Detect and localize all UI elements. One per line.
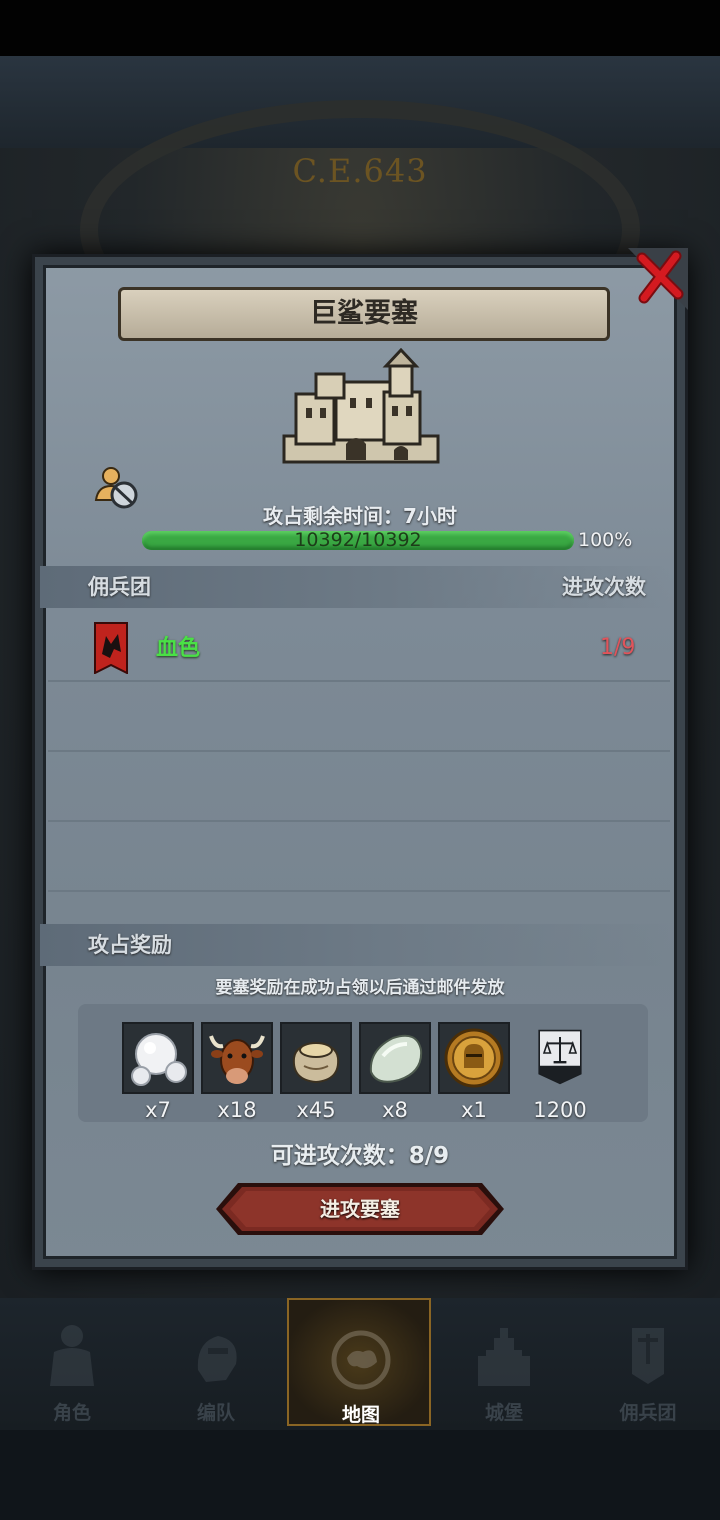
justice-banner-icon	[538, 1029, 582, 1085]
wolf-banner-icon	[94, 622, 128, 674]
mercenary-header-label: 佣兵团	[88, 575, 151, 599]
remaining-attempts: 可进攻次数：8/9	[270, 1143, 450, 1169]
dialog-title: 巨鲨要塞	[118, 287, 610, 341]
mercenary-name: 血色	[156, 636, 201, 661]
nav-item-castle[interactable]: 城堡	[432, 1298, 576, 1426]
mercenary-icon	[632, 1328, 664, 1384]
nav-item-character[interactable]: 角色	[0, 1298, 144, 1426]
nav-item-formation[interactable]: 编队	[144, 1298, 288, 1426]
nav-label: 编队	[196, 1402, 235, 1424]
fortress-hp-percent: 100%	[578, 529, 633, 551]
nav-label: 地图	[341, 1404, 380, 1426]
occupy-time-remaining: 攻占剩余时间：7小时	[263, 504, 457, 528]
reward-qty: x18	[217, 1098, 257, 1122]
close-button[interactable]	[628, 248, 688, 310]
fortress-icon	[282, 348, 440, 464]
nav-label: 角色	[52, 1402, 91, 1424]
mercenary-row-empty	[48, 824, 670, 892]
compass-map-icon	[331, 1330, 391, 1390]
reward-header-label: 攻占奖励	[88, 933, 172, 957]
reward-qty: x45	[296, 1098, 336, 1122]
top-status-area	[0, 0, 720, 56]
reward-item[interactable]: x8	[359, 1022, 431, 1122]
nav-item-mercenary[interactable]: 佣兵团	[576, 1298, 720, 1426]
reward-qty: 1200	[533, 1098, 587, 1122]
knight-icon	[50, 1325, 94, 1386]
reward-item[interactable]: x18	[201, 1022, 273, 1122]
reward-item[interactable]: x7	[122, 1022, 194, 1122]
reward-qty: x8	[382, 1098, 408, 1122]
mercenary-row-empty	[48, 754, 670, 822]
era-label: C.E.643	[292, 152, 428, 190]
system-bottom-area	[0, 1430, 720, 1520]
nav-item-map[interactable]: 地图	[287, 1298, 431, 1426]
reward-section-header: 攻占奖励	[40, 924, 670, 966]
reward-item[interactable]: x45	[280, 1022, 352, 1122]
nav-label: 佣兵团	[619, 1402, 677, 1424]
attack-fortress-label[interactable]: 进攻要塞	[216, 1181, 504, 1237]
pearl-icon	[122, 1022, 194, 1094]
formation-icon	[197, 1336, 237, 1382]
reward-mail-note: 要塞奖励在成功占领以后通过邮件发放	[215, 978, 505, 998]
attack-count-header-label: 进攻次数	[562, 575, 646, 599]
grain-sack-icon	[280, 1022, 352, 1094]
mercenary-row-empty	[48, 684, 670, 752]
fortress-hp-text: 10392/10392	[294, 529, 422, 551]
jade-stone-icon	[359, 1022, 431, 1094]
reward-item[interactable]: 1200	[530, 1022, 590, 1122]
mercenary-row[interactable]	[48, 614, 670, 682]
reward-item[interactable]: x1	[438, 1022, 510, 1122]
mercenary-attack-count: 1/9	[600, 635, 636, 660]
reward-qty: x7	[145, 1098, 171, 1122]
castle-icon	[478, 1328, 530, 1386]
reward-qty: x1	[461, 1098, 487, 1122]
knight-medal-icon	[438, 1022, 510, 1094]
nav-label: 城堡	[484, 1402, 523, 1424]
ox-icon	[201, 1022, 273, 1094]
mercenary-section-header: 佣兵团 进攻次数	[40, 566, 670, 608]
